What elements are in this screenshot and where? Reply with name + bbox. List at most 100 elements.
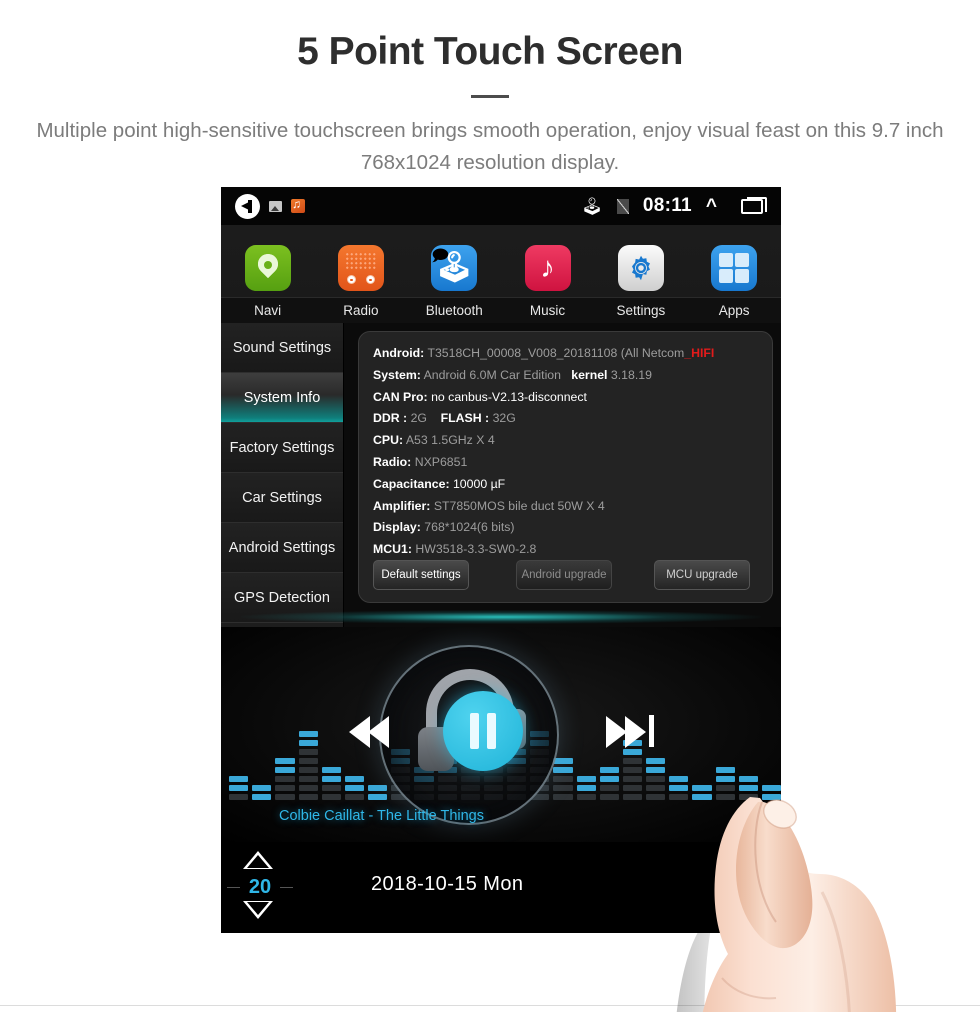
dock-item-radio[interactable] <box>314 245 407 291</box>
equalizer-segment <box>599 794 619 800</box>
info-row-mcu1: MCU1: HW3518-3.3-SW0-2.8 <box>373 539 772 561</box>
equalizer-segment <box>715 776 735 782</box>
dock-item-music[interactable]: ♪ <box>501 245 594 291</box>
equalizer-column <box>715 695 735 800</box>
equalizer-segment <box>553 776 573 782</box>
sidebar-item-system-info[interactable]: System Info <box>221 373 343 423</box>
equalizer-segment <box>646 758 666 764</box>
equalizer-segment <box>669 785 689 791</box>
equalizer-segment <box>669 776 689 782</box>
equalizer-segment <box>275 785 295 791</box>
music-note-icon[interactable] <box>291 199 305 213</box>
dock-labels: Navi Radio Bluetooth Music Settings Apps <box>221 297 781 323</box>
equalizer-segment <box>622 749 643 755</box>
dock-item-bluetooth[interactable]: 🕹 <box>408 245 501 291</box>
volume-value: 20 <box>248 876 272 898</box>
equalizer-segment <box>321 776 341 782</box>
location-pin-icon <box>244 245 291 291</box>
info-row-amplifier: Amplifier: ST7850MOS bile duct 50W X 4 <box>373 496 772 518</box>
equalizer-segment <box>298 794 318 800</box>
play-pause-button[interactable] <box>443 691 523 771</box>
equalizer-segment <box>761 785 781 791</box>
info-value-system: Android 6.0M Car Edition <box>423 367 561 382</box>
info-value-display: 768*1024(6 bits) <box>424 520 515 535</box>
equalizer-segment <box>252 794 272 800</box>
equalizer-segment <box>275 776 295 782</box>
equalizer-segment <box>599 767 619 773</box>
recent-apps-icon[interactable] <box>741 196 767 214</box>
settings-screen: Sound Settings System Info Factory Setti… <box>221 323 781 627</box>
bluetooth-icon: 🕹 <box>581 196 603 216</box>
android-upgrade-button[interactable]: Android upgrade <box>516 560 612 590</box>
equalizer-segment <box>229 794 249 800</box>
sidebar-item-car-settings[interactable]: Car Settings <box>221 473 343 523</box>
info-value-capacitance: 10000 µF <box>452 476 506 491</box>
info-key-display: Display: <box>373 520 421 535</box>
equalizer-column <box>761 695 781 800</box>
equalizer-column <box>738 695 758 800</box>
chevron-up-icon[interactable]: ^ <box>706 197 717 216</box>
equalizer-segment <box>738 785 758 791</box>
info-value-canpro: no canbus-V2.13-disconnect <box>431 389 587 404</box>
equalizer-segment <box>576 785 596 791</box>
equalizer-column <box>252 695 272 800</box>
equalizer-segment <box>646 794 666 800</box>
sidebar-item-sound-settings[interactable]: Sound Settings <box>221 323 343 373</box>
mcu-upgrade-button[interactable]: MCU upgrade <box>654 560 750 590</box>
info-row-display: Display: 768*1024(6 bits) <box>373 517 772 539</box>
info-row-capacitance: Capacitance: 10000 µF <box>373 474 772 496</box>
previous-track-button[interactable] <box>349 715 401 749</box>
volume-down-arrow-icon[interactable] <box>243 901 273 919</box>
equalizer-segment <box>321 794 341 800</box>
info-row-radio: Radio: NXP6851 <box>373 452 772 474</box>
equalizer-segment <box>738 776 758 782</box>
dock-item-settings[interactable] <box>594 245 687 291</box>
next-track-button[interactable] <box>606 715 658 749</box>
equalizer-segment <box>321 785 341 791</box>
sidebar-item-android-settings[interactable]: Android Settings <box>221 523 343 573</box>
equalizer-segment <box>576 776 596 782</box>
title-divider <box>471 95 509 98</box>
volume-up-arrow-icon[interactable] <box>243 851 273 869</box>
home-circle-icon[interactable] <box>733 853 759 879</box>
info-value-ddr: 2G <box>410 411 427 426</box>
equalizer-column <box>669 695 689 800</box>
equalizer-segment <box>275 767 295 773</box>
default-settings-button[interactable]: Default settings <box>373 560 469 590</box>
equalizer-column <box>321 695 341 800</box>
dock-item-apps[interactable] <box>687 245 780 291</box>
equalizer-segment <box>275 758 295 764</box>
equalizer-segment <box>298 749 318 755</box>
info-key-android: Android: <box>373 346 425 360</box>
equalizer-segment <box>368 785 388 791</box>
info-row-canpro: CAN Pro: no canbus-V2.13-disconnect <box>373 387 772 409</box>
equalizer-segment <box>622 776 643 782</box>
dock-label-apps: Apps <box>718 303 750 318</box>
page-title: 5 Point Touch Screen <box>297 30 683 73</box>
status-time: 08:11 <box>642 195 692 216</box>
sidebar-item-factory-settings[interactable]: Factory Settings <box>221 423 343 473</box>
equalizer-segment <box>715 785 735 791</box>
info-key-ddr: DDR : <box>373 411 408 426</box>
screenshot-icon[interactable] <box>269 200 282 212</box>
equalizer-column <box>692 695 712 800</box>
back-triangle-icon[interactable] <box>735 900 759 930</box>
equalizer-segment <box>344 785 365 791</box>
system-info-panel: Android: T3518CH_00008_V008_20181108 (Al… <box>358 331 773 603</box>
footer-divider <box>0 1005 980 1006</box>
equalizer-segment <box>599 785 619 791</box>
speaker-mute-icon[interactable] <box>235 193 260 219</box>
info-row-ddr-flash: DDR : 2G FLASH : 32G <box>373 408 772 430</box>
equalizer-segment <box>252 785 272 791</box>
equalizer-segment <box>344 776 365 782</box>
dock-label-music: Music <box>529 303 566 318</box>
equalizer-column <box>298 695 318 800</box>
equalizer-segment <box>553 785 573 791</box>
equalizer-segment <box>576 794 596 800</box>
dock-item-navi[interactable] <box>221 245 314 291</box>
equalizer-column <box>229 695 249 800</box>
equalizer-segment <box>368 794 388 800</box>
equalizer-segment <box>553 758 573 764</box>
date-display: 2018-10-15 Mon <box>371 873 524 895</box>
equalizer-segment <box>622 758 643 764</box>
